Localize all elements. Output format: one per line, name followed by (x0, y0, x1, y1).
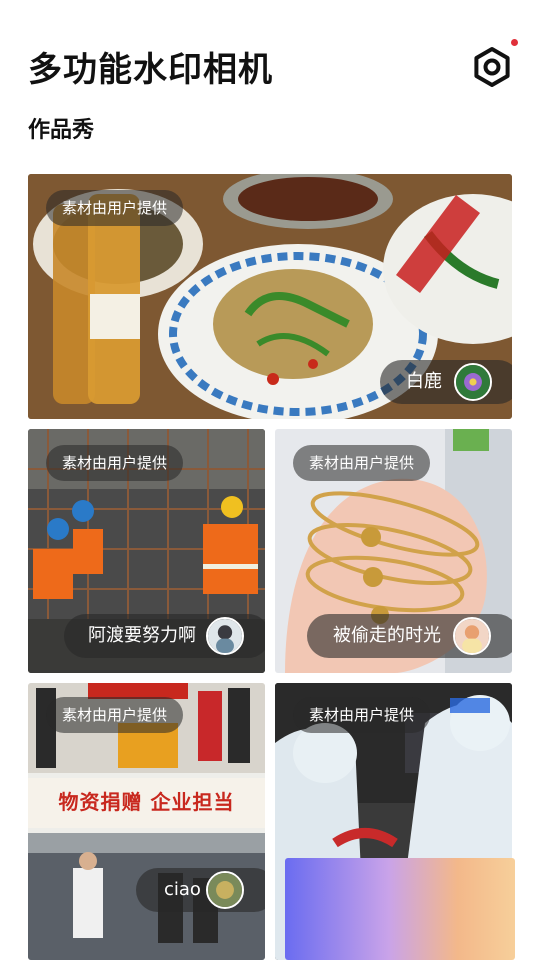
author-name: 被偷走的时光 (333, 625, 441, 646)
app-title: 多功能水印相机 (28, 50, 273, 90)
section-title: 作品秀 (28, 118, 95, 143)
author-name: ciao (164, 879, 201, 900)
author-name: 白鹿 (406, 371, 442, 392)
avatar (206, 871, 244, 909)
author-chip[interactable]: 白鹿 (380, 360, 512, 404)
settings-gear-icon[interactable] (470, 45, 514, 89)
header: 多功能水印相机 (0, 0, 540, 110)
notification-dot (511, 39, 518, 46)
avatar (206, 617, 244, 655)
user-material-tag: 素材由用户提供 (293, 697, 431, 733)
user-material-tag: 素材由用户提供 (46, 445, 184, 481)
author-chip[interactable]: ciao (136, 868, 265, 912)
showcase-card-food[interactable]: 素材由用户提供 白鹿 (28, 174, 512, 419)
showcase-card-construction[interactable]: 素材由用户提供 阿渡要努力啊 (28, 429, 265, 673)
avatar (453, 617, 491, 655)
user-material-tag: 素材由用户提供 (293, 445, 431, 481)
showcase-card-donation[interactable]: 物资捐赠 企业担当 素材由用户提供 ciao (28, 683, 265, 960)
user-material-tag: 素材由用户提供 (46, 190, 184, 226)
poster-headline: 物资捐赠 企业担当 (58, 790, 235, 814)
user-material-tag: 素材由用户提供 (46, 697, 184, 733)
showcase-card-bracelets[interactable]: 素材由用户提供 被偷走的时光 (275, 429, 512, 673)
author-chip[interactable]: 被偷走的时光 (307, 614, 512, 658)
author-chip[interactable]: 阿渡要努力啊 (64, 614, 265, 658)
author-name: 阿渡要努力啊 (88, 625, 196, 646)
avatar (454, 363, 492, 401)
bottom-gradient-banner[interactable] (285, 858, 515, 960)
